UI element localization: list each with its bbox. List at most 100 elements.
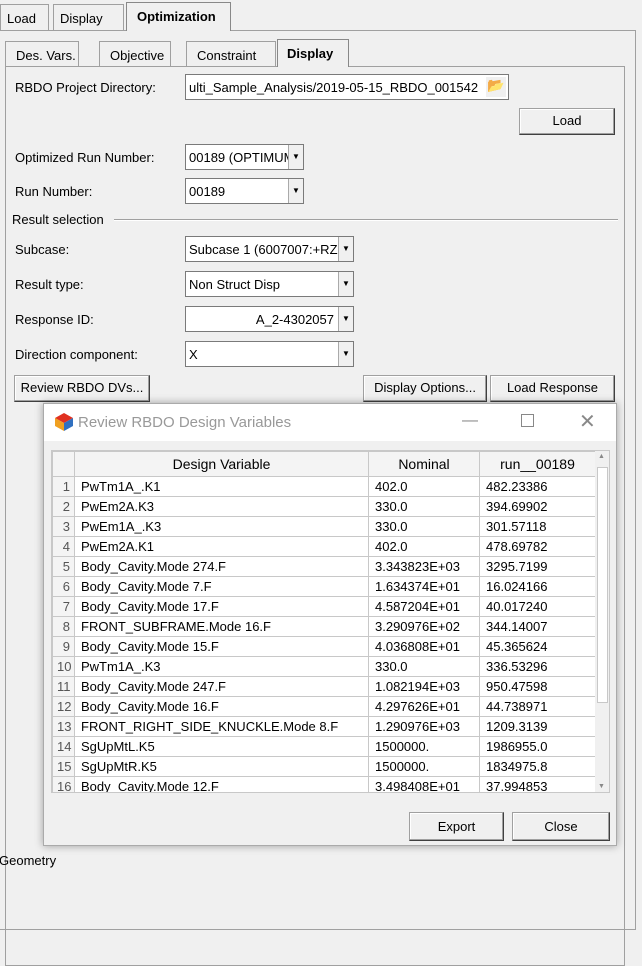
tab-display[interactable]: Display — [53, 4, 124, 31]
review-rbdo-dvs-button[interactable]: Review RBDO DVs... — [14, 375, 150, 402]
design-variable-cell: FRONT_SUBFRAME.Mode 16.F — [74, 616, 369, 637]
design-variable-cell: PwEm1A_.K3 — [74, 516, 369, 537]
subtab-constraint[interactable]: Constraint — [186, 41, 276, 67]
design-variable-cell: Body_Cavity.Mode 274.F — [74, 556, 369, 577]
table-row[interactable]: 11 Body_Cavity.Mode 247.F 1.082194E+03 950.… — [52, 676, 596, 697]
table-row[interactable]: 14 SgUpMtL.K5 1500000. 1986955.0 — [52, 736, 596, 757]
direction-value: X — [189, 347, 198, 362]
design-variable-cell: SgUpMtL.K5 — [74, 736, 369, 757]
direction-label: Direction component: — [15, 347, 138, 362]
table-row[interactable]: 12 Body_Cavity.Mode 16.F 4.297626E+01 44.73… — [52, 696, 596, 717]
table-row[interactable]: 5 Body_Cavity.Mode 274.F 3.343823E+03 3295.… — [52, 556, 596, 577]
design-variable-cell: Body_Cavity.Mode 7.F — [74, 576, 369, 597]
subtab-display[interactable]: Display — [277, 39, 349, 67]
nominal-cell: 1500000. — [368, 736, 480, 757]
table-row[interactable]: 13 FRONT_RIGHT_SIDE_KNUCKLE.Mode 8.F 1.290… — [52, 716, 596, 737]
response-id-label: Response ID: — [15, 312, 94, 327]
subcase-select[interactable]: Subcase 1 (6007007:+RZ ▼ — [185, 236, 354, 262]
run-value-cell: 1834975.8 — [479, 756, 596, 777]
project-dir-label: RBDO Project Directory: — [15, 80, 156, 95]
load-response-button[interactable]: Load Response — [490, 375, 615, 402]
result-type-select[interactable]: Non Struct Disp ▼ — [185, 271, 354, 297]
optimized-run-select[interactable]: 00189 (OPTIMUM ▼ — [185, 144, 304, 170]
chevron-down-icon[interactable]: ▼ — [338, 342, 353, 366]
table-row[interactable]: 10 PwTm1A_.K3 330.0 336.53296 — [52, 656, 596, 677]
run-value-cell: 1986955.0 — [479, 736, 596, 757]
row-number: 4 — [52, 536, 75, 557]
table-row[interactable]: 7 Body_Cavity.Mode 17.F 4.587204E+01 40.017… — [52, 596, 596, 617]
design-variable-cell: PwTm1A_.K1 — [74, 476, 369, 497]
vertical-scrollbar[interactable]: ▲ ▼ — [595, 451, 609, 792]
row-number: 15 — [52, 756, 75, 777]
column-header[interactable] — [52, 451, 75, 477]
chevron-down-icon[interactable]: ▼ — [288, 179, 303, 203]
tab-load[interactable]: Load — [0, 4, 49, 31]
nominal-cell: 1500000. — [368, 756, 480, 777]
row-number: 6 — [52, 576, 75, 597]
run-number-value: 00189 — [189, 184, 226, 199]
table-row[interactable]: 16 Body_Cavity.Mode 12.F 3.498408E+01 37.99… — [52, 776, 596, 792]
table-row[interactable]: 15 SgUpMtR.K5 1500000. 1834975.8 — [52, 756, 596, 777]
close-icon[interactable]: ✕ — [579, 409, 596, 434]
nominal-cell: 3.498408E+01 — [368, 776, 480, 792]
row-number: 11 — [52, 676, 75, 697]
row-number: 3 — [52, 516, 75, 537]
nominal-cell: 3.290976E+02 — [368, 616, 480, 637]
nominal-cell: 330.0 — [368, 516, 480, 537]
geometry-label: Geometry — [0, 853, 57, 868]
design-variable-cell: Body_Cavity.Mode 16.F — [74, 696, 369, 717]
result-type-label: Result type: — [15, 277, 84, 292]
table-row[interactable]: 6 Body_Cavity.Mode 7.F 1.634374E+01 16.0241… — [52, 576, 596, 597]
table-row[interactable]: 1 PwTm1A_.K1 402.0 482.23386 — [52, 476, 596, 497]
chevron-down-icon[interactable]: ▼ — [338, 272, 353, 296]
design-variable-cell: SgUpMtR.K5 — [74, 756, 369, 777]
nominal-cell: 402.0 — [368, 536, 480, 557]
project-dir-value: ulti_Sample_Analysis/2019-05-15_RBDO_001… — [189, 80, 479, 95]
maximize-icon[interactable] — [521, 414, 534, 427]
review-dvs-dialog: Review RBDO Design Variables — ✕ Design … — [43, 403, 617, 846]
row-number: 14 — [52, 736, 75, 757]
chevron-down-icon[interactable]: ▼ — [338, 307, 353, 331]
result-selection-label: Result selection — [12, 212, 104, 227]
table-row[interactable]: 4 PwEm2A.K1 402.0 478.69782 — [52, 536, 596, 557]
scroll-down-icon[interactable]: ▼ — [598, 783, 605, 790]
subtab-objective[interactable]: Objective — [99, 41, 171, 67]
response-id-select[interactable]: A_2-4302057 ▼ — [185, 306, 354, 332]
table-row[interactable]: 2 PwEm2A.K3 330.0 394.69902 — [52, 496, 596, 517]
table-row[interactable]: 8 FRONT_SUBFRAME.Mode 16.F 3.290976E+02 344… — [52, 616, 596, 637]
scroll-up-icon[interactable]: ▲ — [598, 453, 605, 460]
scrollbar-thumb[interactable] — [597, 467, 608, 703]
divider — [114, 219, 618, 221]
project-dir-input[interactable]: ulti_Sample_Analysis/2019-05-15_RBDO_001… — [185, 74, 509, 100]
design-variable-cell: Body_Cavity.Mode 12.F — [74, 776, 369, 792]
chevron-down-icon[interactable]: ▼ — [338, 237, 353, 261]
run-number-select[interactable]: 00189 ▼ — [185, 178, 304, 204]
row-number: 9 — [52, 636, 75, 657]
subtab-des-vars[interactable]: Des. Vars. — [5, 41, 79, 67]
dv-table-wrapper: Design Variable Nominal run__00189 1 PwTm1A… — [51, 450, 610, 793]
column-header[interactable]: Nominal — [368, 451, 480, 477]
minimize-icon[interactable]: — — [462, 412, 478, 430]
load-button[interactable]: Load — [519, 108, 615, 135]
tab-optimization[interactable]: Optimization — [126, 2, 231, 31]
export-button[interactable]: Export — [409, 812, 504, 841]
row-number: 10 — [52, 656, 75, 677]
close-button[interactable]: Close — [512, 812, 610, 841]
column-header[interactable]: run__00189 — [479, 451, 596, 477]
response-id-value: A_2-4302057 — [255, 312, 334, 327]
row-number: 12 — [52, 696, 75, 717]
open-folder-icon[interactable]: 📂 — [486, 77, 506, 97]
run-value-cell: 482.23386 — [479, 476, 596, 497]
column-header[interactable]: Design Variable — [74, 451, 369, 477]
run-value-cell: 1209.3139 — [479, 716, 596, 737]
table-row[interactable]: 9 Body_Cavity.Mode 15.F 4.036808E+01 45.365… — [52, 636, 596, 657]
run-value-cell: 478.69782 — [479, 536, 596, 557]
chevron-down-icon[interactable]: ▼ — [288, 145, 303, 169]
nominal-cell: 4.297626E+01 — [368, 696, 480, 717]
dialog-titlebar[interactable]: Review RBDO Design Variables — ✕ — [44, 404, 616, 441]
direction-select[interactable]: X ▼ — [185, 341, 354, 367]
row-number: 1 — [52, 476, 75, 497]
table-row[interactable]: 3 PwEm1A_.K3 330.0 301.57118 — [52, 516, 596, 537]
design-variable-cell: PwEm2A.K1 — [74, 536, 369, 557]
display-options-button[interactable]: Display Options... — [363, 375, 487, 402]
